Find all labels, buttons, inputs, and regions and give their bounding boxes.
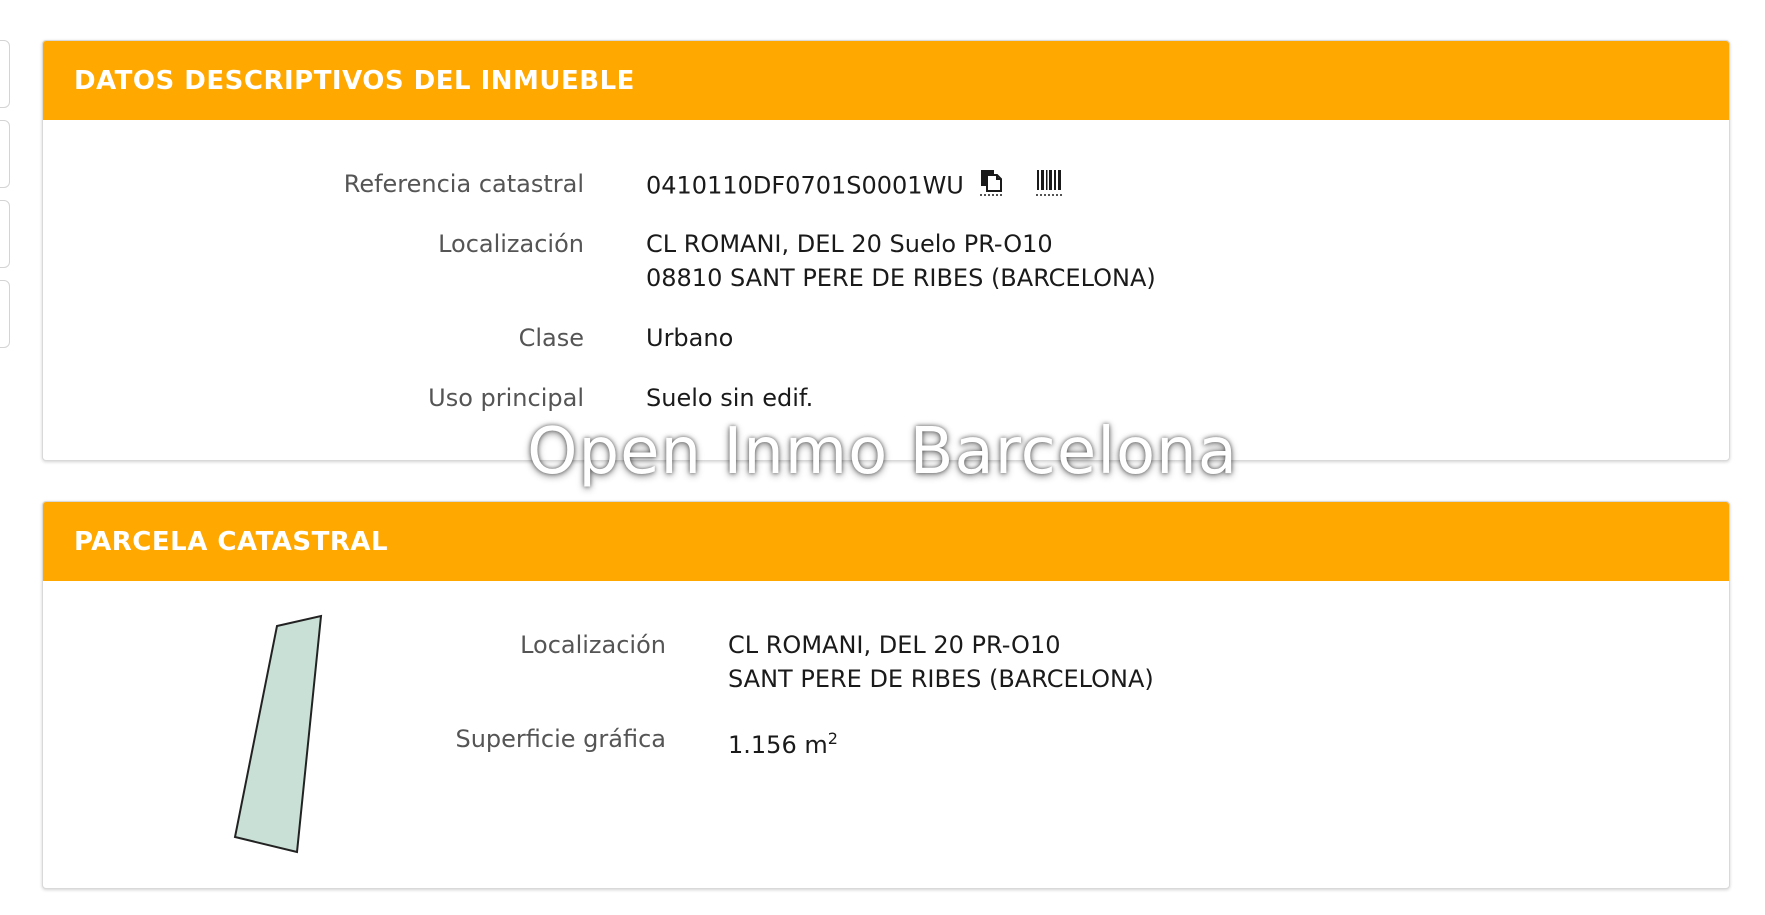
barcode-icon[interactable] bbox=[1035, 167, 1063, 206]
panel-header: PARCELA CATASTRAL bbox=[43, 502, 1729, 581]
datos-descriptivos-panel: DATOS DESCRIPTIVOS DEL INMUEBLE Referenc… bbox=[42, 40, 1730, 461]
referencia-value: 0410110DF0701S0001WU bbox=[646, 167, 1063, 206]
parcela-localizacion-line2: SANT PERE DE RIBES (BARCELONA) bbox=[728, 665, 1154, 693]
superficie-unit-superscript: 2 bbox=[827, 729, 838, 748]
parcela-catastral-panel: PARCELA CATASTRAL Localización CL ROMANI… bbox=[42, 501, 1730, 889]
referencia-label: Referencia catastral bbox=[343, 170, 584, 198]
sidebar-tab[interactable] bbox=[0, 280, 10, 348]
superficie-label: Superficie gráfica bbox=[455, 725, 666, 753]
sidebar-tab[interactable] bbox=[0, 200, 10, 268]
page: DATOS DESCRIPTIVOS DEL INMUEBLE Referenc… bbox=[0, 0, 1765, 915]
uso-principal-label: Uso principal bbox=[428, 384, 584, 412]
superficie-value: 1.156 m2 bbox=[728, 722, 838, 762]
clase-value: Urbano bbox=[646, 324, 734, 352]
parcela-localizacion-line1: CL ROMANI, DEL 20 PR-O10 bbox=[728, 631, 1061, 659]
superficie-number: 1.156 m bbox=[728, 731, 828, 759]
sidebar-tab[interactable] bbox=[0, 40, 10, 108]
copy-document-icon[interactable] bbox=[978, 167, 1004, 206]
parcela-localizacion-label: Localización bbox=[520, 631, 666, 659]
localizacion-line1: CL ROMANI, DEL 20 Suelo PR-O10 bbox=[646, 230, 1053, 258]
localizacion-line2: 08810 SANT PERE DE RIBES (BARCELONA) bbox=[646, 264, 1156, 292]
panel-title: PARCELA CATASTRAL bbox=[74, 526, 389, 557]
panel-header: DATOS DESCRIPTIVOS DEL INMUEBLE bbox=[43, 41, 1729, 120]
panel-title: DATOS DESCRIPTIVOS DEL INMUEBLE bbox=[74, 65, 635, 96]
clase-label: Clase bbox=[518, 324, 584, 352]
localizacion-label: Localización bbox=[438, 230, 584, 258]
referencia-text: 0410110DF0701S0001WU bbox=[646, 171, 964, 200]
sidebar-tab[interactable] bbox=[0, 120, 10, 188]
uso-principal-value: Suelo sin edif. bbox=[646, 384, 814, 412]
